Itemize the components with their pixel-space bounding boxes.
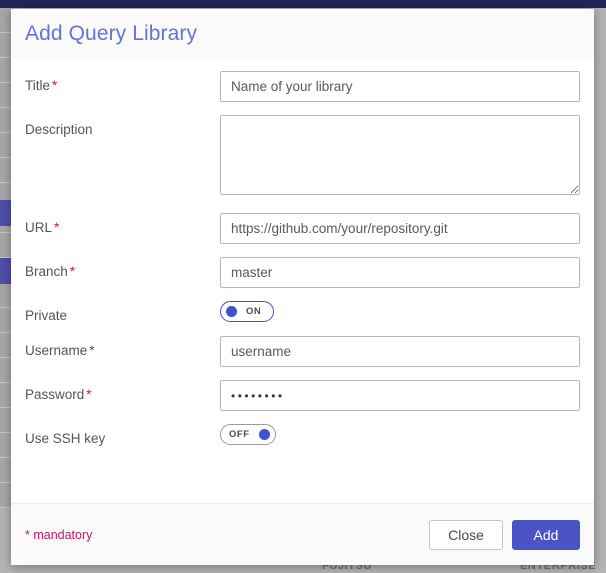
label-use-ssh-key: Use SSH key [25,424,220,446]
label-url-text: URL [25,220,53,235]
label-private-text: Private [25,308,68,323]
toggle-knob-icon [258,429,270,440]
label-url: URL * [25,213,220,235]
label-password: Password * [25,380,220,402]
control-use-ssh-key: OFF [220,424,580,445]
required-marker: * [69,264,76,279]
add-query-library-dialog: Add Query Library Title* Description [11,9,594,565]
use-ssh-key-toggle-state: OFF [229,429,250,440]
private-toggle-state: ON [246,306,262,317]
required-marker: * [89,343,95,358]
label-private: Private [25,301,220,323]
background-topbar [0,0,606,8]
dialog-header: Add Query Library [11,9,594,59]
control-username [220,336,580,367]
control-private: ON [220,301,580,322]
label-description: Description [25,115,220,137]
toggle-knob-icon [226,306,237,317]
url-input[interactable] [220,213,580,244]
use-ssh-key-toggle[interactable]: OFF [220,424,276,445]
control-url [220,213,580,244]
dialog-title: Add Query Library [25,22,198,45]
dialog-footer: * mandatory Close Add [11,503,594,565]
label-username-text: Username [25,343,88,358]
password-input[interactable] [220,380,580,411]
label-description-text: Description [25,122,93,137]
required-marker: * [86,387,92,402]
form-row-title: Title * [25,71,580,102]
control-description [220,115,580,200]
control-title [220,71,580,102]
required-marker: * [54,220,60,235]
mandatory-note: * mandatory [25,527,93,542]
title-input[interactable] [220,71,580,102]
label-use-ssh-key-text: Use SSH key [25,431,106,446]
add-button[interactable]: Add [512,519,580,550]
form-row-description: Description [25,115,580,200]
form-row-username: Username * [25,336,580,367]
form-row-private: Private ON [25,301,580,323]
branch-input[interactable] [220,257,580,288]
private-toggle[interactable]: ON [220,301,274,322]
control-password [220,380,580,411]
control-branch [220,257,580,288]
form-row-url: URL * [25,213,580,244]
form-row-branch: Branch * [25,257,580,288]
form-row-password: Password * [25,380,580,411]
label-password-text: Password [25,387,85,402]
label-branch-text: Branch [25,264,68,279]
username-input[interactable] [220,336,580,367]
close-button[interactable]: Close [429,519,503,550]
description-textarea[interactable] [220,115,580,195]
label-branch: Branch * [25,257,220,279]
page-root: FUJITSU ENTERPRISE Add Query Library Tit… [0,0,606,573]
label-title-text: Title [25,78,51,93]
required-marker: * [52,78,58,93]
form-row-use-ssh-key: Use SSH key OFF [25,424,580,446]
label-title: Title * [25,71,220,93]
dialog-body: Title* Description URL* [11,59,594,503]
label-username: Username * [25,336,220,358]
